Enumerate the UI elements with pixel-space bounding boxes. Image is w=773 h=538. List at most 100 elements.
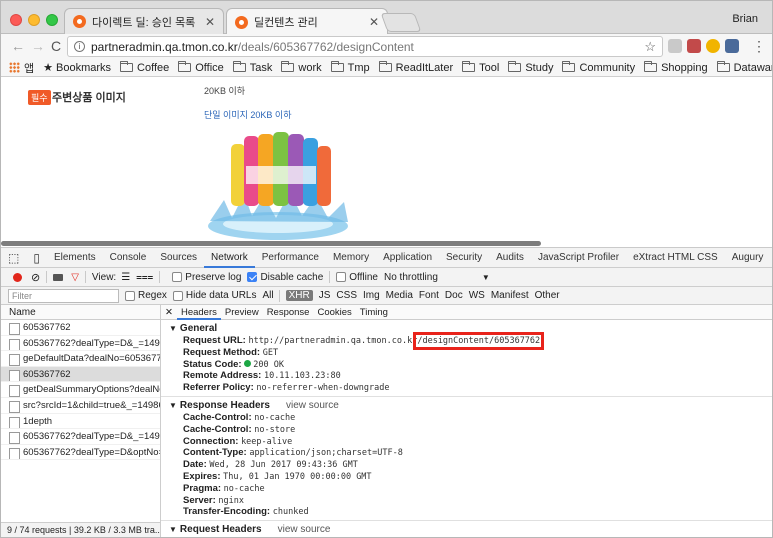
request-row[interactable]: src?srcId=1&child=true&_=149864...	[1, 398, 160, 414]
large-rows-icon[interactable]: ☰	[121, 272, 130, 283]
capture-screenshots-icon[interactable]	[53, 273, 64, 281]
response-headers-section-header[interactable]: ▼ Response Headers view source	[161, 399, 772, 412]
bookmark-folder[interactable]: Task	[232, 61, 272, 74]
throttling-select[interactable]: No throttling ▼	[384, 272, 490, 283]
request-row[interactable]: 1depth	[1, 414, 160, 430]
tab-approval-list[interactable]: 다이렉트 딜: 승인 목록 ✕	[64, 8, 224, 34]
request-row[interactable]: geDefaultData?dealNo=605367762	[1, 351, 160, 367]
preserve-log-checkbox[interactable]	[172, 272, 183, 282]
tab-headers[interactable]: Headers	[176, 305, 221, 320]
hide-data-urls-checkbox[interactable]	[172, 290, 183, 301]
filter-type-other[interactable]: Other	[535, 290, 560, 301]
device-toolbar-icon[interactable]: ▯	[26, 248, 47, 268]
tab-security[interactable]: Security	[439, 248, 489, 268]
extension-icon[interactable]	[706, 39, 720, 53]
tab-memory[interactable]: Memory	[326, 248, 376, 268]
filter-type-font[interactable]: Font	[419, 290, 439, 301]
filter-input[interactable]: Filter	[8, 288, 119, 303]
bookmark-folder[interactable]: Study	[508, 61, 553, 74]
filter-icon[interactable]: ▽	[71, 272, 79, 283]
tab-response[interactable]: Response	[263, 305, 314, 320]
bookmark-bookmarks[interactable]: ★ Bookmarks	[43, 61, 111, 75]
toolbar-divider	[159, 271, 161, 283]
tab-network[interactable]: Network	[204, 248, 255, 268]
tab-augury[interactable]: Augury	[725, 248, 771, 268]
zoom-window-button[interactable]	[46, 14, 58, 26]
tab-timing[interactable]: Timing	[356, 305, 392, 320]
bookmark-folder[interactable]: work	[281, 61, 322, 74]
tab-deal-content[interactable]: 딜컨텐츠 관리 ✕	[226, 8, 388, 35]
close-window-button[interactable]	[10, 14, 22, 26]
forward-arrow-icon[interactable]: →	[31, 38, 45, 54]
filter-type-manifest[interactable]: Manifest	[491, 290, 529, 301]
filter-type-js[interactable]: JS	[319, 290, 331, 301]
tab-javascript-profiler[interactable]: JavaScript Profiler	[531, 248, 626, 268]
filter-type-doc[interactable]: Doc	[445, 290, 463, 301]
highlighted-url-path: /designContent/605367762	[413, 332, 545, 350]
clear-icon[interactable]: ⊘	[31, 271, 40, 284]
filter-type-media[interactable]: Media	[386, 290, 413, 301]
filter-type-css[interactable]: CSS	[336, 290, 357, 301]
product-image[interactable]	[206, 126, 351, 244]
inspect-element-icon[interactable]: ⬚	[1, 248, 26, 268]
info-icon[interactable]: i	[74, 41, 85, 52]
back-arrow-icon[interactable]: ←	[11, 38, 25, 54]
tab-console[interactable]: Console	[103, 248, 154, 268]
bookmark-apps[interactable]: 앱	[9, 60, 34, 76]
minimize-window-button[interactable]	[28, 14, 40, 26]
tmon-favicon-icon	[235, 15, 248, 29]
bookmark-folder[interactable]: Community	[562, 61, 635, 74]
tab-extract-html-css[interactable]: eXtract HTML CSS	[626, 248, 725, 268]
tab-cookies[interactable]: Cookies	[313, 305, 355, 320]
menu-kebab-icon[interactable]: ⋮	[752, 38, 766, 55]
tab-elements[interactable]: Elements	[47, 248, 103, 268]
filter-bar: Filter Regex Hide data URLs All XHR JS C…	[1, 287, 772, 305]
name-column-header[interactable]: Name	[1, 305, 160, 320]
extension-icon[interactable]	[668, 39, 682, 53]
offline-checkbox[interactable]	[336, 272, 347, 282]
overview-icon[interactable]: ⩶	[136, 272, 153, 283]
tab-application[interactable]: Application	[376, 248, 439, 268]
bookmark-folder[interactable]: Dataware	[716, 61, 772, 74]
tab-preview[interactable]: Preview	[221, 305, 263, 320]
request-row[interactable]: 605367762?dealType=D&_=1498...	[1, 429, 160, 445]
tab-audits[interactable]: Audits	[489, 248, 531, 268]
bookmark-folder[interactable]: ReadItLater	[378, 61, 453, 74]
filter-type-img[interactable]: Img	[363, 290, 380, 301]
record-icon[interactable]	[13, 272, 22, 282]
request-headers-section-header[interactable]: ▼ Request Headers view source	[161, 523, 772, 536]
header-row: Transfer-Encoding: chunked	[183, 506, 309, 518]
tab-sources[interactable]: Sources	[153, 248, 204, 268]
general-section-header[interactable]: ▼ General	[161, 322, 772, 335]
extension-icon[interactable]	[687, 39, 701, 53]
bookmark-star-icon[interactable]: ☆	[644, 39, 656, 55]
close-tab-icon[interactable]: ✕	[369, 15, 379, 29]
close-detail-icon[interactable]: ✕	[161, 305, 177, 320]
request-row[interactable]: getDealSummaryOptions?dealNo=...	[1, 382, 160, 398]
request-row[interactable]: 605367762?dealType=D&_=1498...	[1, 336, 160, 352]
close-tab-icon[interactable]: ✕	[205, 15, 215, 29]
view-source-link[interactable]: view source	[286, 400, 339, 411]
extension-icon[interactable]	[725, 39, 739, 53]
url-host: partneradmin.qa.tmon.co.kr	[91, 39, 238, 54]
view-source-link[interactable]: view source	[278, 524, 331, 535]
reload-icon[interactable]: C	[51, 38, 61, 54]
request-row-selected[interactable]: 605367762	[1, 366, 160, 383]
bookmark-folder[interactable]: Office	[178, 61, 224, 74]
tab-performance[interactable]: Performance	[255, 248, 326, 268]
bookmark-folder[interactable]: Shopping	[644, 61, 708, 74]
bookmark-folder[interactable]: Tool	[462, 61, 499, 74]
request-row[interactable]: 605367762	[1, 320, 160, 336]
filter-type-ws[interactable]: WS	[469, 290, 485, 301]
bookmark-folder[interactable]: Tmp	[330, 61, 370, 74]
bookmark-folder[interactable]: Coffee	[120, 61, 169, 74]
disable-cache-checkbox[interactable]	[247, 272, 258, 282]
filter-type-xhr[interactable]: XHR	[285, 290, 313, 301]
request-row[interactable]: 605367762?dealType=D&optNo=...	[1, 445, 160, 461]
filter-type-all[interactable]: All	[263, 290, 274, 301]
address-bar[interactable]: i partneradmin.qa.tmon.co.kr/deals/60536…	[67, 36, 663, 57]
new-tab-button[interactable]	[380, 13, 422, 32]
profile-name[interactable]: Brian	[732, 13, 758, 25]
regex-checkbox[interactable]	[125, 290, 135, 301]
horizontal-scrollbar[interactable]	[1, 241, 541, 246]
